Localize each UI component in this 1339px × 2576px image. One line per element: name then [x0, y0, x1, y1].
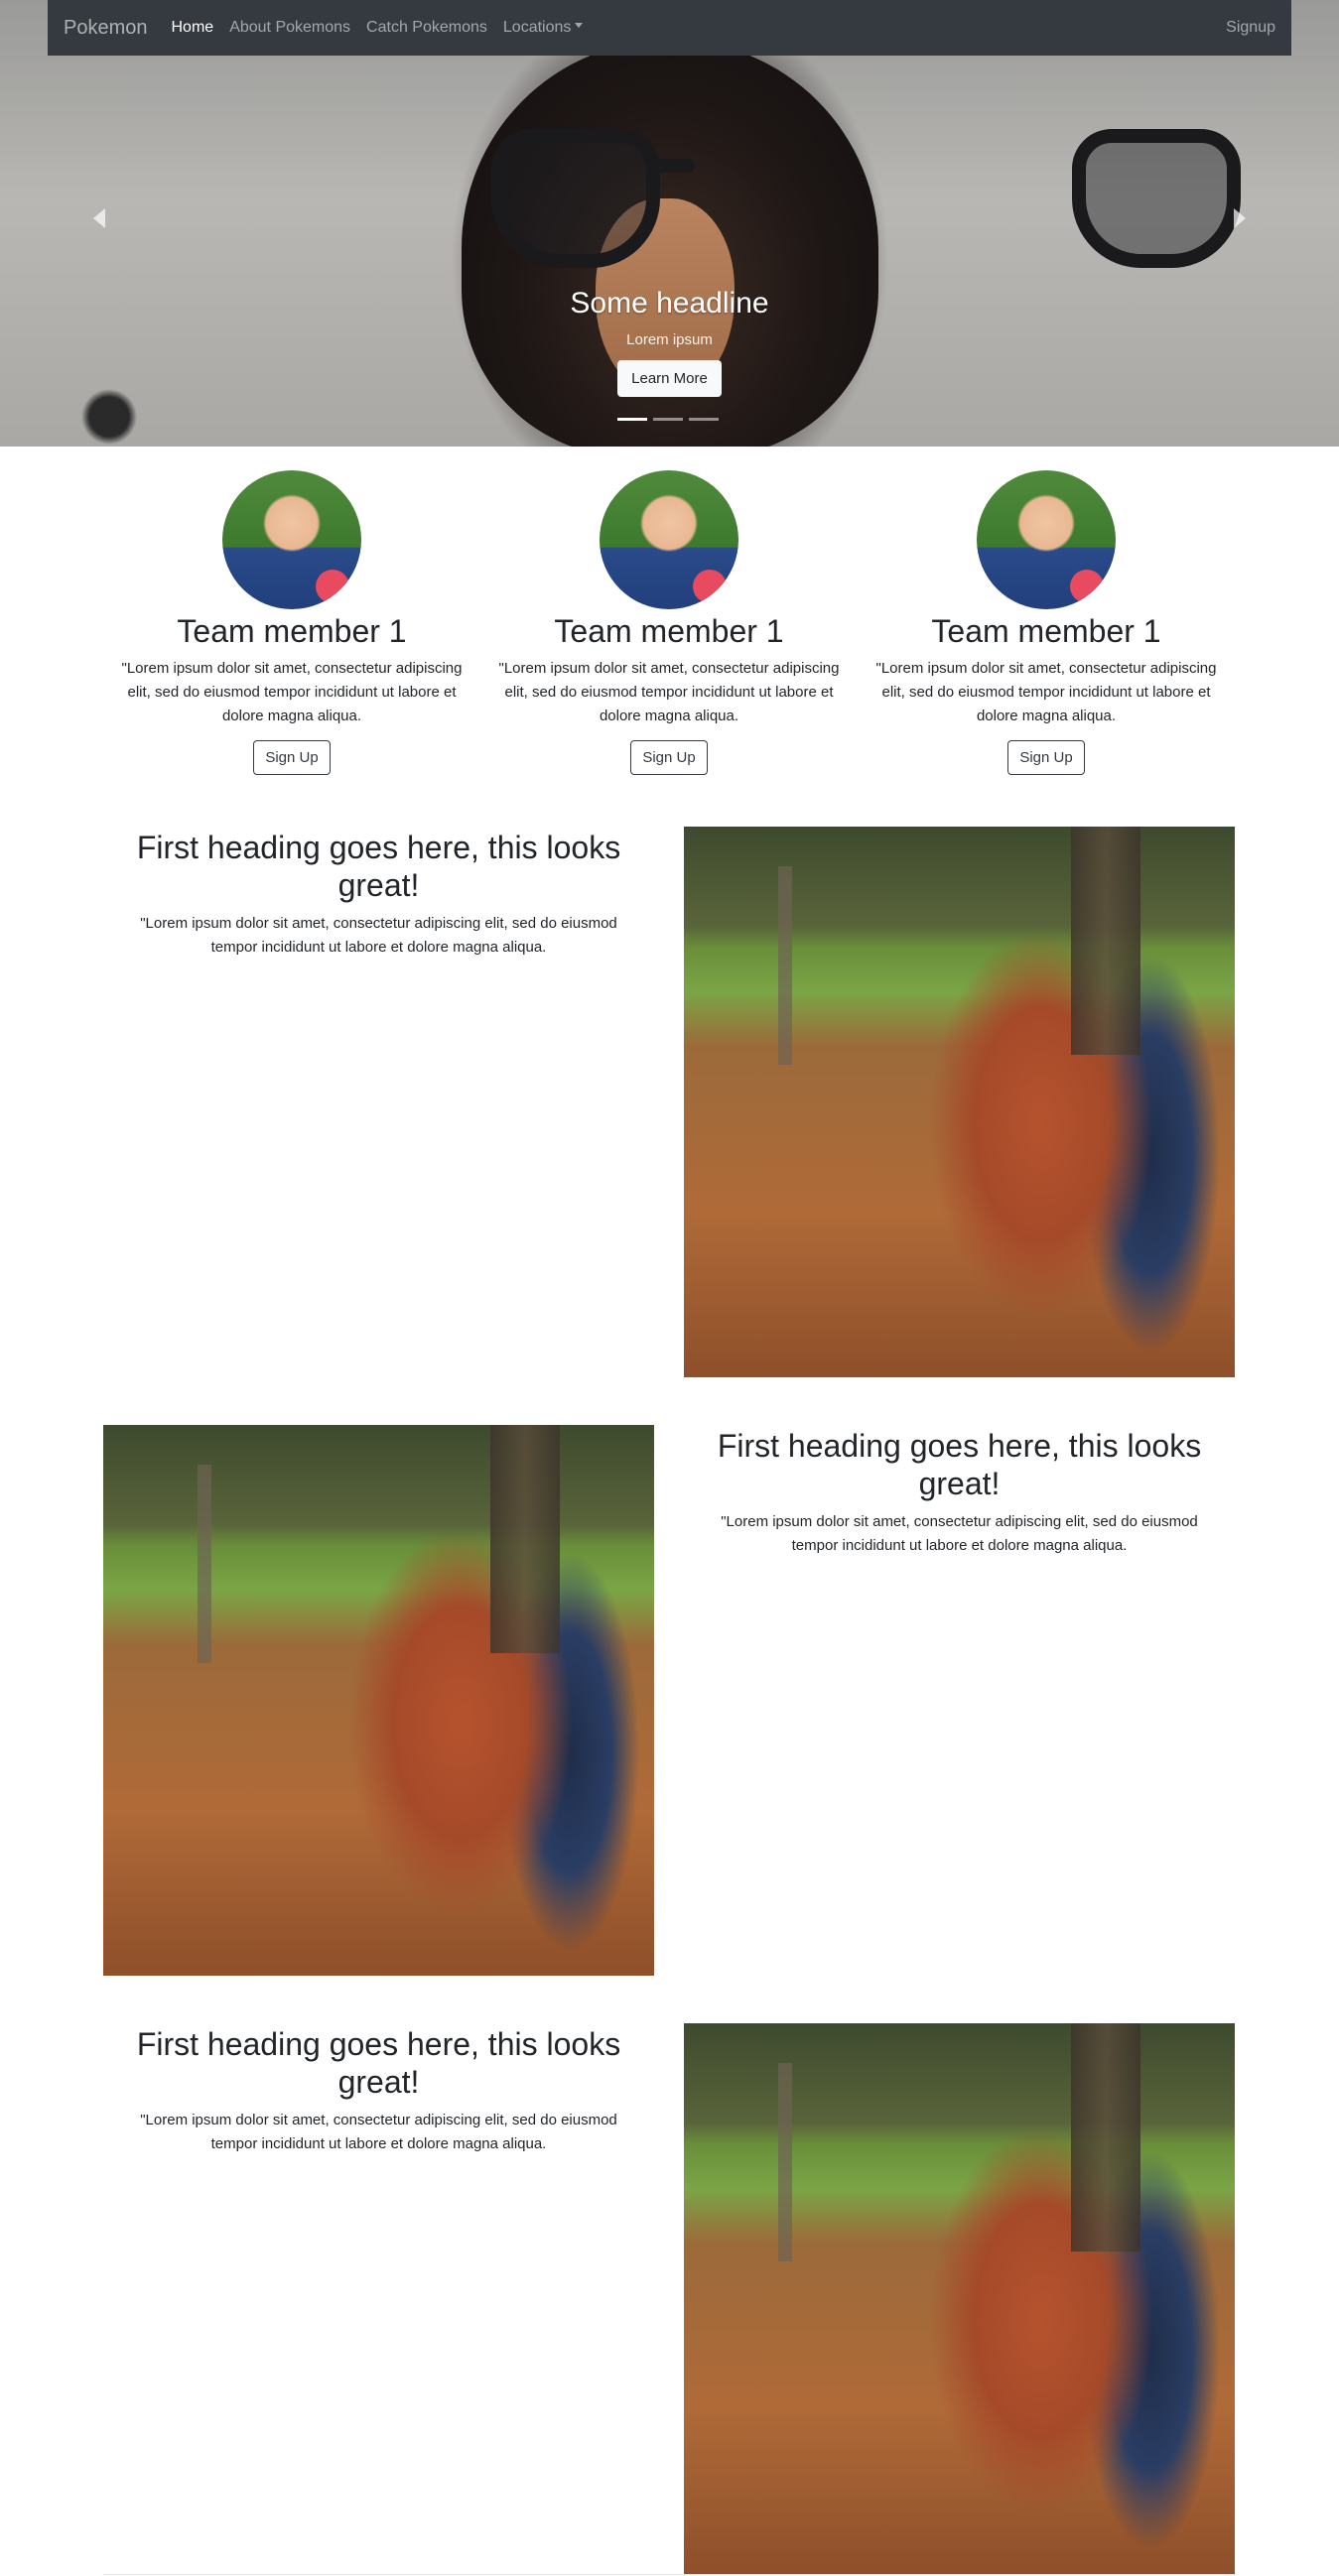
- avatar: [600, 470, 738, 609]
- divider: [103, 2574, 1235, 2575]
- feature-description: "Lorem ipsum dolor sit amet, consectetur…: [140, 2112, 617, 2152]
- feature-row-1: First heading goes here, this looks grea…: [103, 827, 1235, 1377]
- nav-catch-pokemons[interactable]: Catch Pokemons: [366, 19, 487, 37]
- dog-glasses: [491, 129, 1241, 278]
- feature-row-2: First heading goes here, this looks grea…: [103, 1425, 1235, 1976]
- nav-signup[interactable]: Signup: [1226, 19, 1275, 37]
- member-description: "Lorem ipsum dolor sit amet, consectetur…: [498, 660, 840, 724]
- sign-up-button[interactable]: Sign Up: [253, 740, 331, 775]
- team-member-card: Team member 1 "Lorem ipsum dolor sit ame…: [480, 470, 858, 775]
- feature-heading: First heading goes here, this looks grea…: [717, 1428, 1202, 1501]
- team-member-card: Team member 1 "Lorem ipsum dolor sit ame…: [858, 470, 1235, 775]
- chevron-down-icon: [575, 23, 584, 29]
- carousel-headline: Some headline: [570, 287, 769, 320]
- carousel-caption: Some headline Lorem ipsum Learn More: [0, 284, 1339, 397]
- carousel-prev-icon[interactable]: [93, 208, 105, 228]
- feature-image: [103, 1425, 654, 1976]
- feature-description: "Lorem ipsum dolor sit amet, consectetur…: [721, 1513, 1198, 1554]
- feature-image: [684, 2023, 1235, 2574]
- carousel-indicator-3[interactable]: [689, 418, 719, 421]
- hero-carousel: Some headline Lorem ipsum Learn More: [0, 0, 1339, 447]
- member-name: Team member 1: [931, 613, 1161, 649]
- member-description: "Lorem ipsum dolor sit amet, consectetur…: [121, 660, 463, 724]
- member-name: Team member 1: [177, 613, 407, 649]
- carousel-indicator-1[interactable]: [617, 418, 647, 421]
- carousel-subtext: Lorem ipsum: [626, 331, 713, 348]
- sign-up-button[interactable]: Sign Up: [1007, 740, 1085, 775]
- feature-row-3: First heading goes here, this looks grea…: [103, 2023, 1235, 2574]
- carousel-indicators: [617, 418, 719, 421]
- feature-image: [684, 827, 1235, 1377]
- avatar: [222, 470, 361, 609]
- top-navbar: Pokemon Home About Pokemons Catch Pokemo…: [48, 0, 1291, 56]
- feature-heading: First heading goes here, this looks grea…: [136, 830, 621, 903]
- avatar: [977, 470, 1116, 609]
- nav-locations-label: Locations: [502, 19, 572, 36]
- feature-heading: First heading goes here, this looks grea…: [136, 2026, 621, 2100]
- brand-logo[interactable]: Pokemon: [64, 17, 148, 40]
- carousel-next-icon[interactable]: [1234, 208, 1246, 228]
- member-description: "Lorem ipsum dolor sit amet, consectetur…: [875, 660, 1217, 724]
- nav-locations-dropdown[interactable]: Locations: [503, 19, 584, 37]
- learn-more-button[interactable]: Learn More: [617, 360, 722, 397]
- feature-text: First heading goes here, this looks grea…: [103, 827, 654, 960]
- team-member-card: Team member 1 "Lorem ipsum dolor sit ame…: [103, 470, 480, 775]
- nav-about-pokemons[interactable]: About Pokemons: [229, 19, 350, 37]
- feature-description: "Lorem ipsum dolor sit amet, consectetur…: [140, 915, 617, 956]
- sign-up-button[interactable]: Sign Up: [630, 740, 708, 775]
- nav-home[interactable]: Home: [172, 19, 214, 37]
- team-section: Team member 1 "Lorem ipsum dolor sit ame…: [103, 470, 1235, 775]
- carousel-indicator-2[interactable]: [653, 418, 683, 421]
- feature-text: First heading goes here, this looks grea…: [103, 2023, 654, 2156]
- feature-text: First heading goes here, this looks grea…: [684, 1425, 1235, 1558]
- member-name: Team member 1: [554, 613, 784, 649]
